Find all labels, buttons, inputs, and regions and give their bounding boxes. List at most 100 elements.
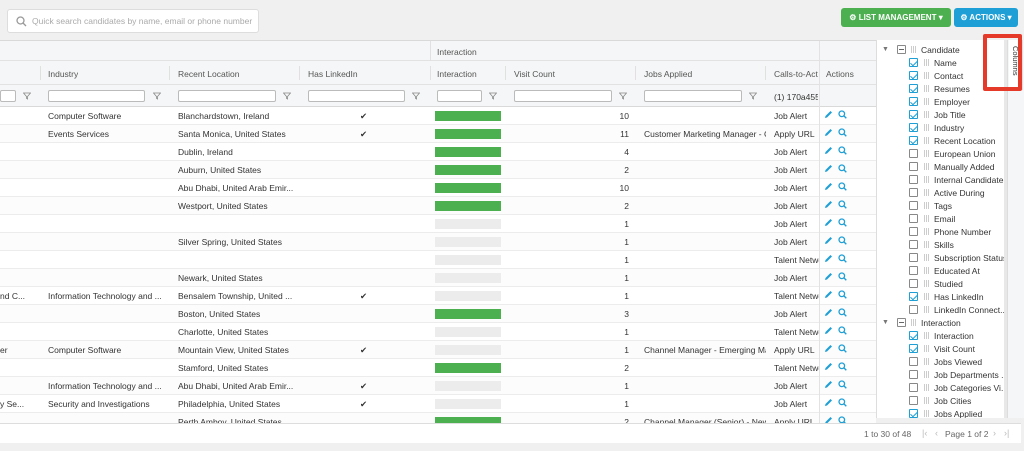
- column-checkbox[interactable]: [909, 305, 918, 314]
- filter-input-interaction[interactable]: [437, 90, 482, 102]
- filter-input-first[interactable]: [0, 90, 16, 102]
- edit-icon[interactable]: [824, 308, 833, 317]
- drag-handle-icon[interactable]: [924, 59, 930, 66]
- drag-handle-icon[interactable]: [924, 371, 930, 378]
- drag-handle-icon[interactable]: [924, 150, 930, 157]
- drag-handle-icon[interactable]: [911, 319, 917, 326]
- table-row[interactable]: Computer Software Blanchardstown, Ireland…: [0, 107, 876, 125]
- column-checkbox[interactable]: [909, 97, 918, 106]
- header-jobs-applied[interactable]: Jobs Applied: [644, 69, 692, 79]
- edit-icon[interactable]: [824, 164, 833, 173]
- column-checkbox[interactable]: [909, 292, 918, 301]
- column-checkbox[interactable]: [909, 201, 918, 210]
- search-icon[interactable]: [838, 416, 847, 423]
- edit-icon[interactable]: [824, 272, 833, 281]
- drag-handle-icon[interactable]: [911, 46, 917, 53]
- column-item[interactable]: Industry: [877, 122, 1006, 135]
- drag-handle-icon[interactable]: [924, 72, 930, 79]
- table-row[interactable]: er Computer Software Mountain View, United…: [0, 341, 876, 359]
- drag-handle-icon[interactable]: [924, 189, 930, 196]
- chevron-down-icon[interactable]: ▼: [882, 46, 889, 53]
- column-checkbox[interactable]: [909, 240, 918, 249]
- table-row[interactable]: Stamford, United States 2 Talent Netwo: [0, 359, 876, 377]
- search-icon[interactable]: [838, 254, 847, 263]
- column-item[interactable]: Recent Location: [877, 135, 1006, 148]
- drag-handle-icon[interactable]: [924, 85, 930, 92]
- column-item[interactable]: Job Cities: [877, 395, 1006, 408]
- filter-input-linkedin[interactable]: [308, 90, 405, 102]
- prev-page-icon[interactable]: ‹: [935, 428, 938, 438]
- search-icon[interactable]: [838, 182, 847, 191]
- table-row[interactable]: Westport, United States 2 Job Alert: [0, 197, 876, 215]
- edit-icon[interactable]: [824, 110, 833, 119]
- search-box[interactable]: [7, 9, 259, 33]
- edit-icon[interactable]: [824, 416, 833, 423]
- edit-icon[interactable]: [824, 398, 833, 407]
- column-item[interactable]: Skills: [877, 239, 1006, 252]
- column-item[interactable]: Manually Added: [877, 161, 1006, 174]
- header-interaction[interactable]: Interaction: [437, 69, 477, 79]
- drag-handle-icon[interactable]: [924, 267, 930, 274]
- edit-icon[interactable]: [824, 182, 833, 191]
- edit-icon[interactable]: [824, 326, 833, 335]
- filter-icon[interactable]: [283, 92, 291, 100]
- filter-cta-value[interactable]: (1) 170a455: [774, 92, 818, 102]
- actions-button[interactable]: ⚙ ACTIONS ▾: [954, 8, 1018, 27]
- drag-handle-icon[interactable]: [924, 345, 930, 352]
- column-item[interactable]: LinkedIn Connect...: [877, 304, 1006, 317]
- column-item[interactable]: Has LinkedIn: [877, 291, 1006, 304]
- search-icon[interactable]: [838, 200, 847, 209]
- column-item[interactable]: European Union: [877, 148, 1006, 161]
- table-row[interactable]: Boston, United States 3 Job Alert: [0, 305, 876, 323]
- drag-handle-icon[interactable]: [924, 280, 930, 287]
- search-icon[interactable]: [838, 326, 847, 335]
- last-page-icon[interactable]: ›|: [1004, 428, 1009, 438]
- column-checkbox[interactable]: [909, 266, 918, 275]
- column-item[interactable]: Phone Number: [877, 226, 1006, 239]
- table-row[interactable]: Auburn, United States 2 Job Alert: [0, 161, 876, 179]
- column-checkbox[interactable]: [909, 84, 918, 93]
- column-checkbox[interactable]: [909, 214, 918, 223]
- drag-handle-icon[interactable]: [924, 202, 930, 209]
- column-checkbox[interactable]: [909, 110, 918, 119]
- table-row[interactable]: 1 Job Alert: [0, 215, 876, 233]
- column-checkbox[interactable]: [909, 253, 918, 262]
- next-page-icon[interactable]: ›: [993, 428, 996, 438]
- table-row[interactable]: 1 Talent Netwo: [0, 251, 876, 269]
- column-item[interactable]: Subscription Status: [877, 252, 1006, 265]
- group-checkbox[interactable]: [897, 318, 906, 327]
- table-row[interactable]: Newark, United States 1 Job Alert: [0, 269, 876, 287]
- search-icon[interactable]: [838, 218, 847, 227]
- column-checkbox[interactable]: [909, 227, 918, 236]
- search-icon[interactable]: [838, 110, 847, 119]
- search-icon[interactable]: [838, 308, 847, 317]
- search-icon[interactable]: [838, 290, 847, 299]
- search-icon[interactable]: [838, 128, 847, 137]
- column-item[interactable]: Tags: [877, 200, 1006, 213]
- drag-handle-icon[interactable]: [924, 98, 930, 105]
- column-item[interactable]: Educated At: [877, 265, 1006, 278]
- filter-icon[interactable]: [153, 92, 161, 100]
- header-recent-location[interactable]: Recent Location: [178, 69, 239, 79]
- column-checkbox[interactable]: [909, 58, 918, 67]
- edit-icon[interactable]: [824, 128, 833, 137]
- filter-input-industry[interactable]: [48, 90, 145, 102]
- column-checkbox[interactable]: [909, 71, 918, 80]
- drag-handle-icon[interactable]: [924, 306, 930, 313]
- group-checkbox[interactable]: [897, 45, 906, 54]
- filter-icon[interactable]: [412, 92, 420, 100]
- chevron-down-icon[interactable]: ▼: [882, 319, 889, 326]
- column-item[interactable]: Internal Candidate: [877, 174, 1006, 187]
- header-calls-to-action[interactable]: Calls-to-Act: [774, 69, 818, 79]
- table-row[interactable]: Abu Dhabi, United Arab Emir... 10 Job Aler…: [0, 179, 876, 197]
- drag-handle-icon[interactable]: [924, 228, 930, 235]
- column-item[interactable]: Studied: [877, 278, 1006, 291]
- search-icon[interactable]: [838, 164, 847, 173]
- filter-input-location[interactable]: [178, 90, 276, 102]
- drag-handle-icon[interactable]: [924, 241, 930, 248]
- search-icon[interactable]: [838, 380, 847, 389]
- search-icon[interactable]: [838, 236, 847, 245]
- column-item[interactable]: Jobs Applied: [877, 408, 1006, 418]
- edit-icon[interactable]: [824, 254, 833, 263]
- filter-input-jobs-applied[interactable]: [644, 90, 742, 102]
